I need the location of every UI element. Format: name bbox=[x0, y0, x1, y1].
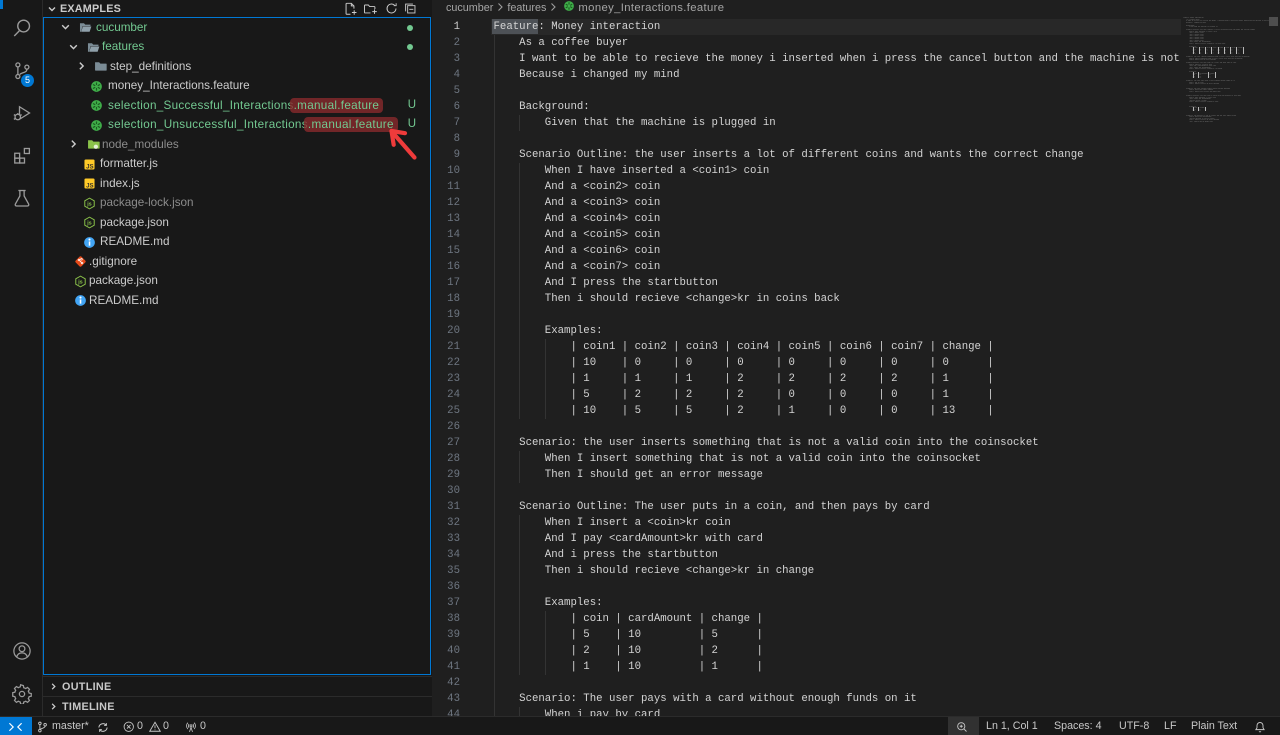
svg-text:JS: JS bbox=[86, 163, 93, 170]
svg-text:js: js bbox=[77, 279, 82, 285]
svg-text:JS: JS bbox=[86, 183, 93, 190]
svg-text:js: js bbox=[86, 221, 91, 227]
svg-text:js: js bbox=[86, 201, 91, 207]
